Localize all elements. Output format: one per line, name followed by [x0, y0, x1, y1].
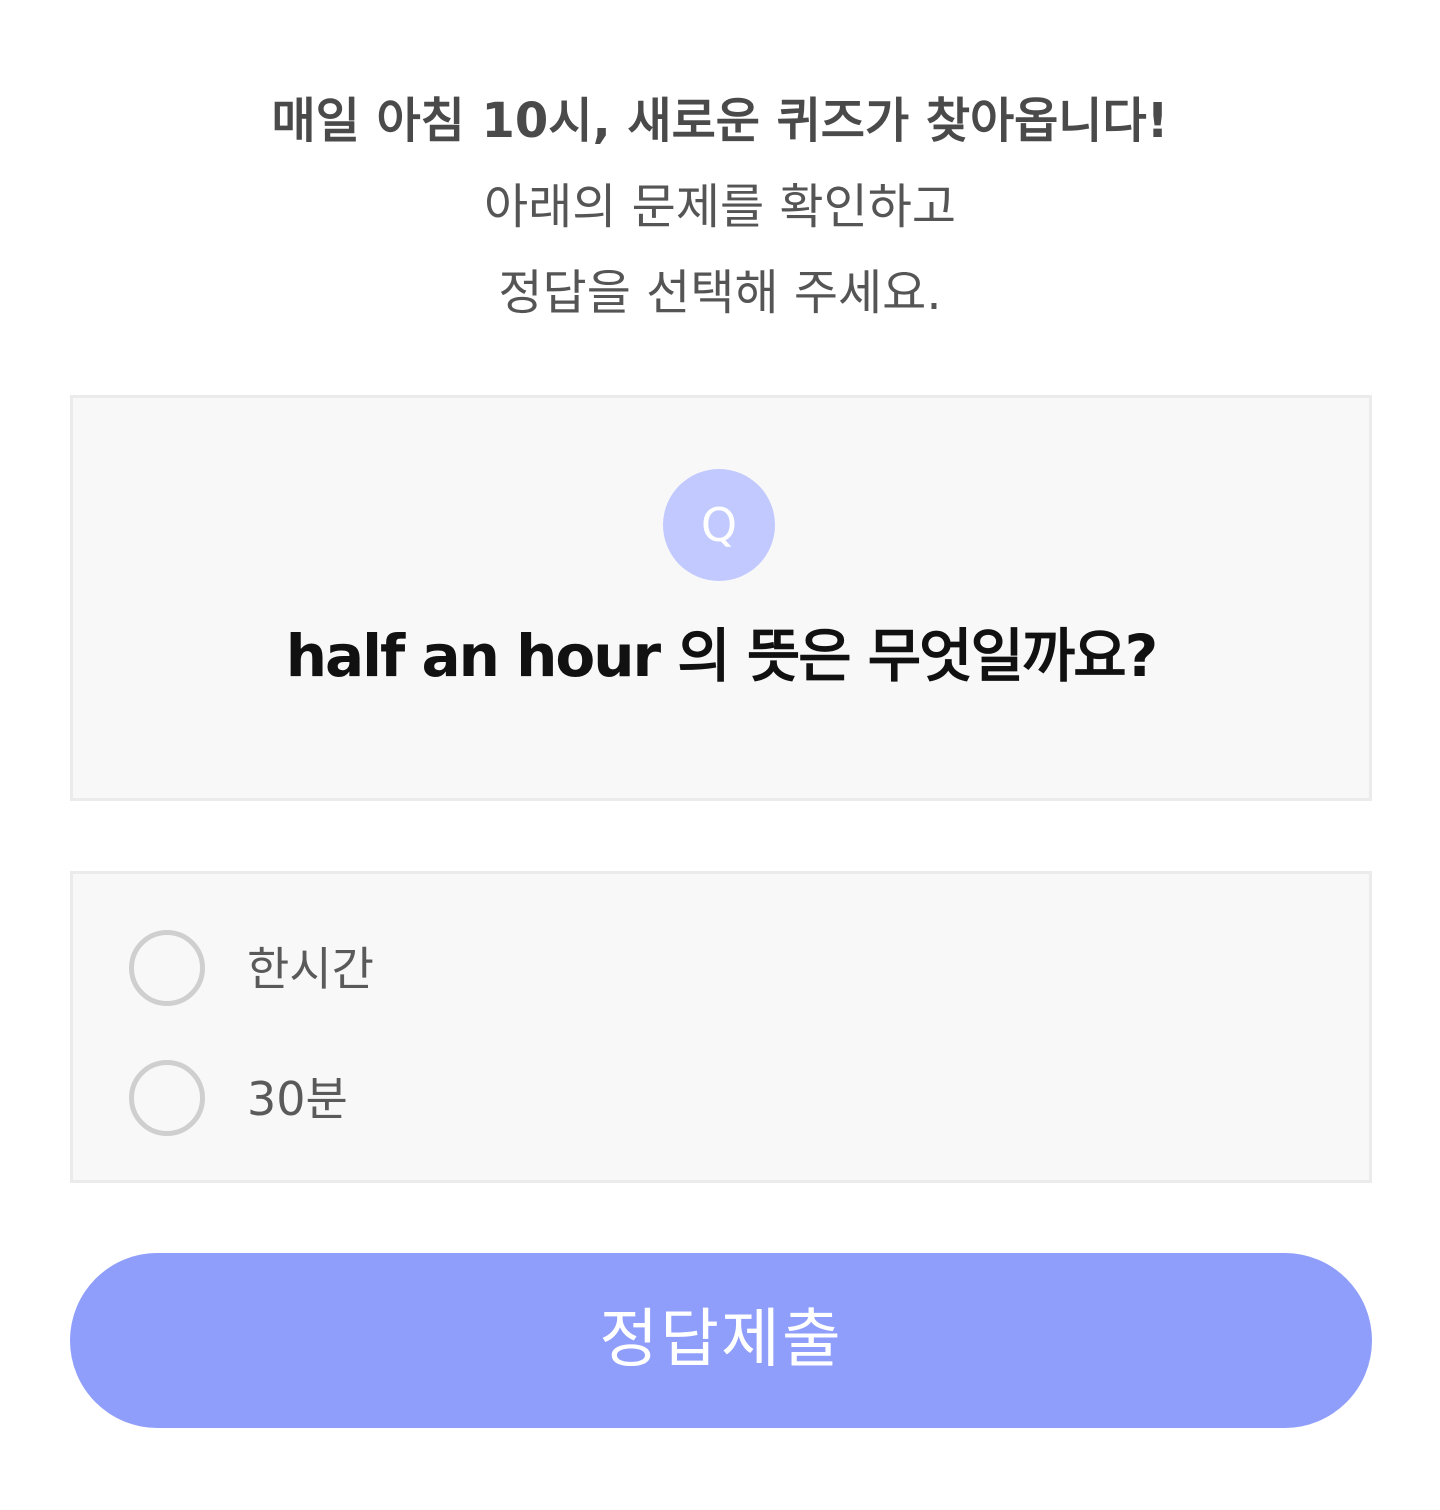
answer-option-1[interactable]: 한시간	[125, 926, 1305, 1016]
radio-button-icon[interactable]	[129, 930, 205, 1006]
submit-answer-button[interactable]: 정답제출	[70, 1253, 1372, 1428]
intro-headline: 매일 아침 10시, 새로운 퀴즈가 찾아옵니다!	[271, 93, 1169, 149]
question-badge: Q	[663, 469, 775, 581]
intro-text: 매일 아침 10시, 새로운 퀴즈가 찾아옵니다! 아래의 문제를 확인하고 정…	[0, 78, 1440, 336]
answer-option-2[interactable]: 30분	[125, 1056, 1305, 1146]
radio-button-icon[interactable]	[129, 1060, 205, 1136]
intro-instruction-line-1: 아래의 문제를 확인하고	[483, 179, 957, 235]
answer-option-label: 한시간	[247, 942, 374, 996]
question-card: Q half an hour 의 뜻은 무엇일까요?	[70, 395, 1372, 801]
question-text: half an hour 의 뜻은 무엇일까요?	[285, 622, 1159, 690]
intro-instruction-line-2: 정답을 선택해 주세요.	[498, 265, 942, 321]
answer-option-label: 30분	[247, 1072, 348, 1126]
answer-options: 한시간 30분	[70, 871, 1372, 1183]
